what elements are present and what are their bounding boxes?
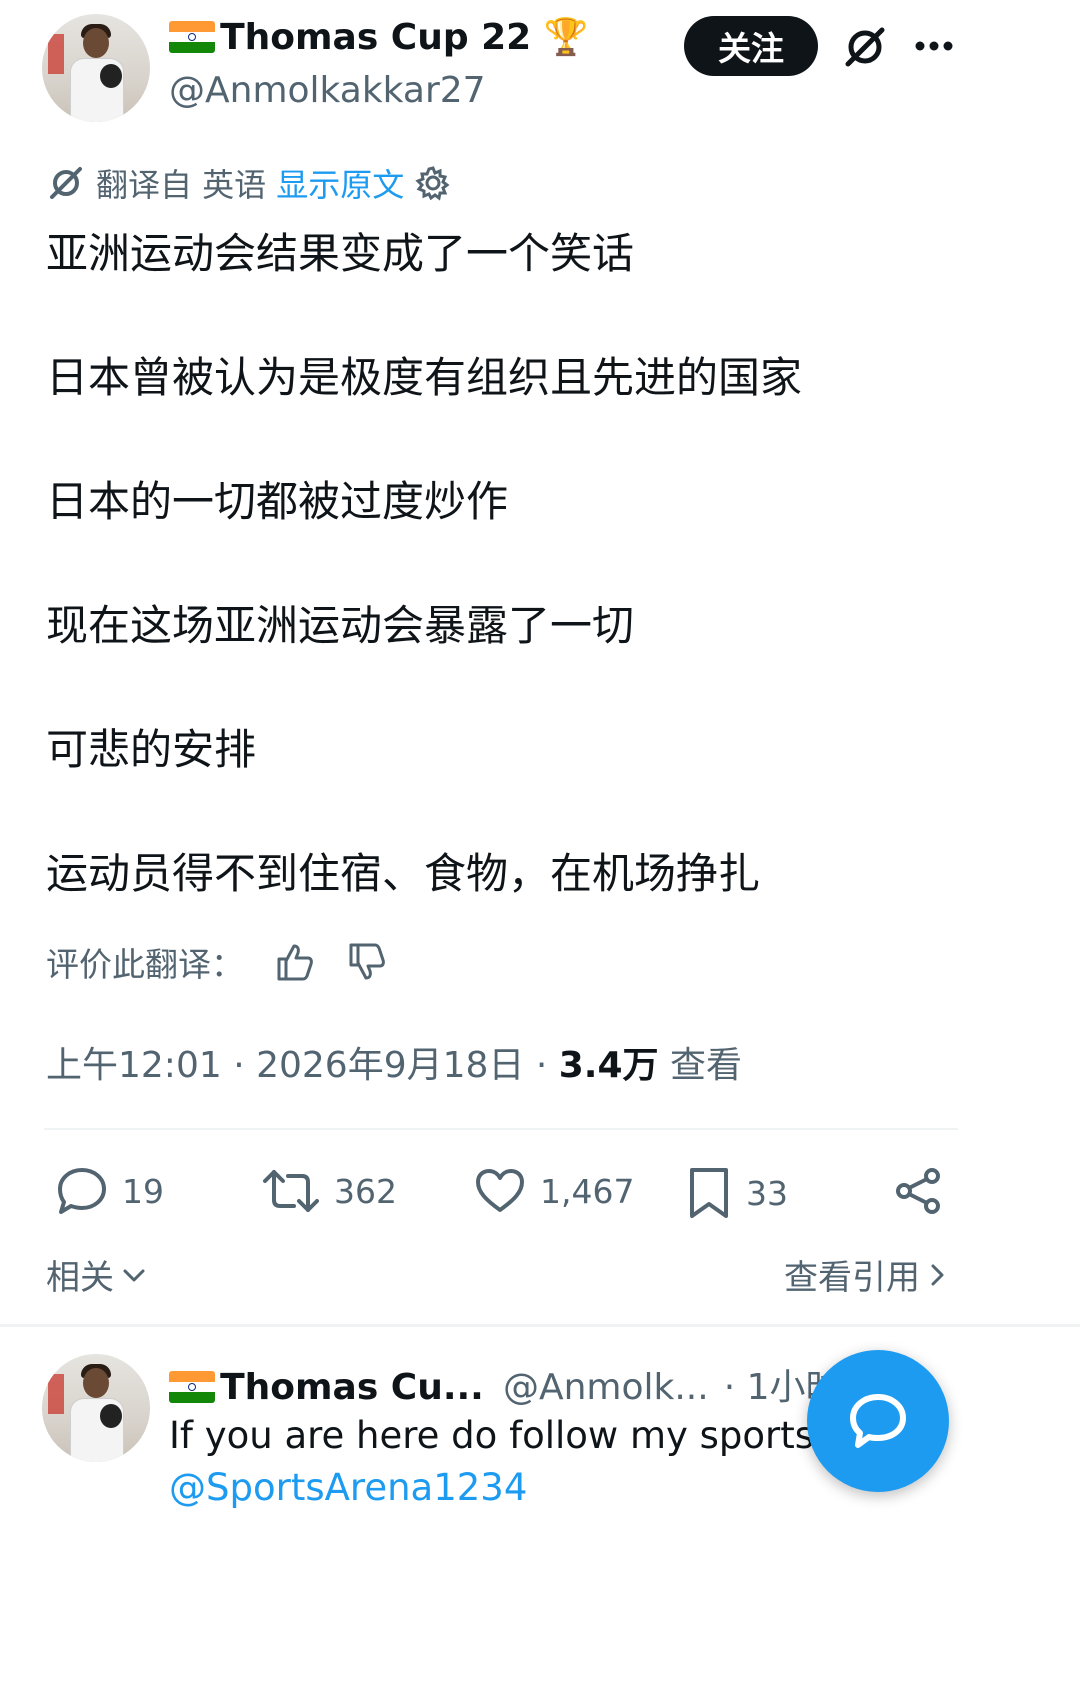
views-label: 查看 <box>658 1045 742 1086</box>
retweet-count: 362 <box>334 1171 397 1211</box>
bookmark-icon <box>690 1168 728 1218</box>
bookmark-button[interactable]: 33 <box>686 1166 788 1220</box>
translation-bar: 翻译自 英语 显示原文 <box>46 160 452 206</box>
like-icon <box>476 1169 524 1212</box>
avatar[interactable] <box>42 14 150 122</box>
tweet-text-line: 运动员得不到住宿、食物，在机场挣扎 <box>46 849 761 898</box>
thumbs-up-icon[interactable] <box>274 941 316 983</box>
grok-icon[interactable] <box>840 22 890 72</box>
chevron-down-icon <box>123 1269 145 1281</box>
reply-avatar[interactable] <box>42 1354 150 1462</box>
divider <box>0 1324 1080 1327</box>
tweet-text-line: 可悲的安排 <box>46 725 257 774</box>
view-quotes-label: 查看引用 <box>784 1258 920 1298</box>
india-flag-icon <box>169 21 215 53</box>
rate-translation-label: 评价此翻译： <box>46 945 244 984</box>
tweet-text-line: 现在这场亚洲运动会暴露了一切 <box>46 601 635 650</box>
india-flag-icon <box>169 1371 215 1403</box>
timestamp[interactable]: 上午12:01 · 2026年9月18日 · <box>46 1045 559 1086</box>
show-original-link[interactable]: 显示原文 <box>276 160 404 206</box>
views-count: 3.4万 <box>558 1045 659 1086</box>
like-button[interactable]: 1,467 <box>474 1166 634 1216</box>
related-toggle[interactable]: 相关 <box>46 1250 148 1299</box>
compose-message-icon <box>850 1394 906 1448</box>
gear-icon[interactable] <box>414 164 452 202</box>
like-count: 1,467 <box>540 1171 635 1211</box>
compose-message-button[interactable] <box>807 1350 949 1492</box>
author-name-row[interactable]: Thomas Cup 22 🏆 <box>169 16 589 58</box>
bookmark-count: 33 <box>746 1173 788 1213</box>
more-icon[interactable] <box>912 36 956 56</box>
retweet-icon <box>263 1170 319 1212</box>
reply-mention-link[interactable]: @SportsArena1234 <box>169 1466 527 1509</box>
retweet-button[interactable]: 362 <box>262 1166 397 1216</box>
thumbs-down-icon[interactable] <box>346 941 388 983</box>
translate-icon <box>46 163 86 203</box>
tweet-text-line: 日本的一切都被过度炒作 <box>46 477 509 526</box>
tweet-text-line: 亚洲运动会结果变成了一个笑话 <box>46 229 635 278</box>
share-icon[interactable] <box>894 1166 944 1216</box>
reply-text: If you are here do follow my sports pa <box>169 1414 872 1457</box>
tweet-text-line: 日本曾被认为是极度有组织且先进的国家 <box>46 353 803 402</box>
view-quotes-link[interactable]: 查看引用 <box>784 1250 950 1299</box>
divider <box>44 1128 958 1130</box>
follow-button[interactable]: 关注 <box>684 16 818 76</box>
rate-translation-row: 评价此翻译： <box>46 938 388 986</box>
translated-from-label: 翻译自 英语 <box>96 166 267 204</box>
reply-count: 19 <box>122 1171 164 1211</box>
author-handle[interactable]: @Anmolkakkar27 <box>169 70 486 111</box>
chevron-right-icon <box>931 1264 944 1285</box>
author-name: Thomas Cup 22 🏆 <box>220 17 589 58</box>
reply-icon <box>58 1168 106 1214</box>
related-label: 相关 <box>46 1258 114 1298</box>
tweet-meta: 上午12:01 · 2026年9月18日 · 3.4万 查看 <box>46 1036 742 1088</box>
reply-button[interactable]: 19 <box>56 1166 164 1216</box>
reply-author-handle[interactable]: @Anmolk... <box>503 1367 709 1408</box>
reply-author-name[interactable]: Thomas Cu... <box>220 1367 484 1408</box>
